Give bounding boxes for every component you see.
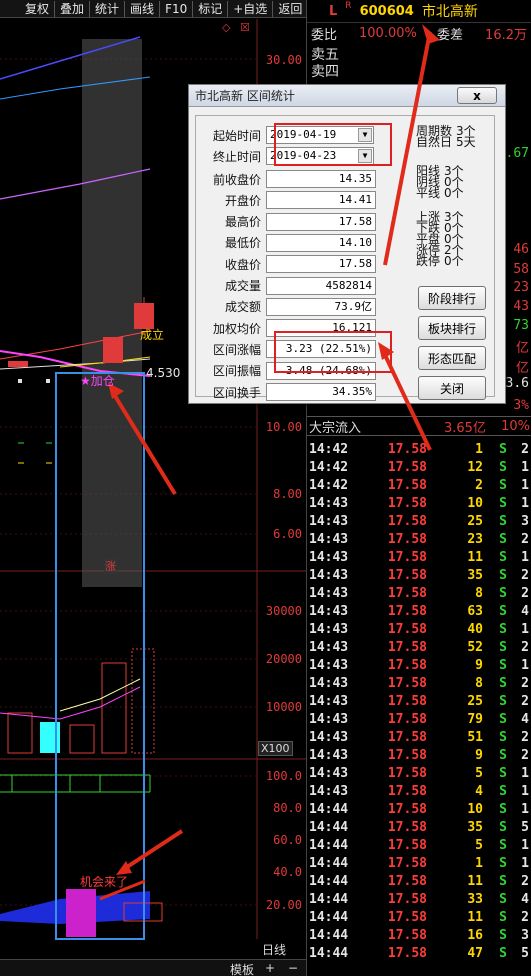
arrow-head [422,24,440,44]
arrow-annotation [383,31,432,266]
overlay-arrows [378,24,440,451]
arrow-annotation [383,354,432,451]
arrow-head [378,342,394,360]
